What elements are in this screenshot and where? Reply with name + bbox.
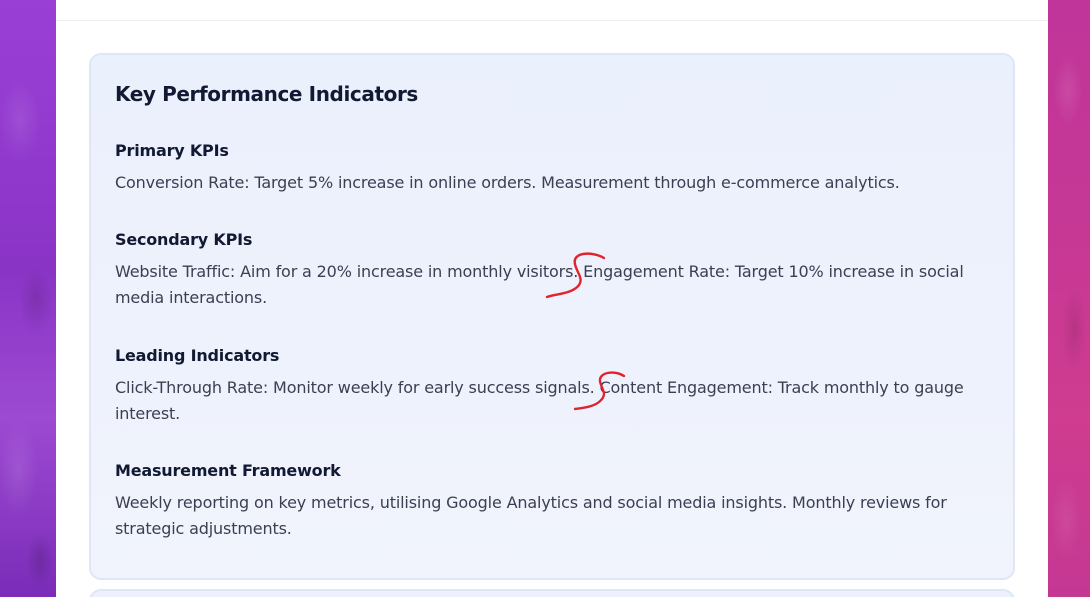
section-text: Website Traffic: Aim for a 20% increase … [115, 262, 964, 307]
section-title: Measurement Framework [115, 461, 341, 480]
kpi-card-title: Key Performance Indicators [115, 82, 418, 106]
section-title: Leading Indicators [115, 346, 280, 365]
background-image-left [0, 0, 56, 597]
next-card [89, 589, 1015, 597]
kpi-section-primary: Primary KPIs Conversion Rate: Target 5% … [115, 139, 985, 196]
section-text: Conversion Rate: Target 5% increase in o… [115, 173, 900, 192]
kpi-section-leading: Leading Indicators Click-Through Rate: M… [115, 344, 985, 426]
section-text: Click-Through Rate: Monitor weekly for e… [115, 378, 964, 423]
background-image-right [1048, 0, 1090, 597]
content-page: Key Performance Indicators Primary KPIs … [56, 0, 1048, 597]
section-title: Secondary KPIs [115, 230, 253, 249]
section-title: Primary KPIs [115, 141, 229, 160]
header-divider [56, 20, 1048, 21]
kpi-section-secondary: Secondary KPIs Website Traffic: Aim for … [115, 228, 985, 310]
section-text: Weekly reporting on key metrics, utilisi… [115, 493, 947, 538]
kpi-section-measurement: Measurement Framework Weekly reporting o… [115, 459, 985, 541]
kpi-card: Key Performance Indicators Primary KPIs … [89, 53, 1015, 580]
